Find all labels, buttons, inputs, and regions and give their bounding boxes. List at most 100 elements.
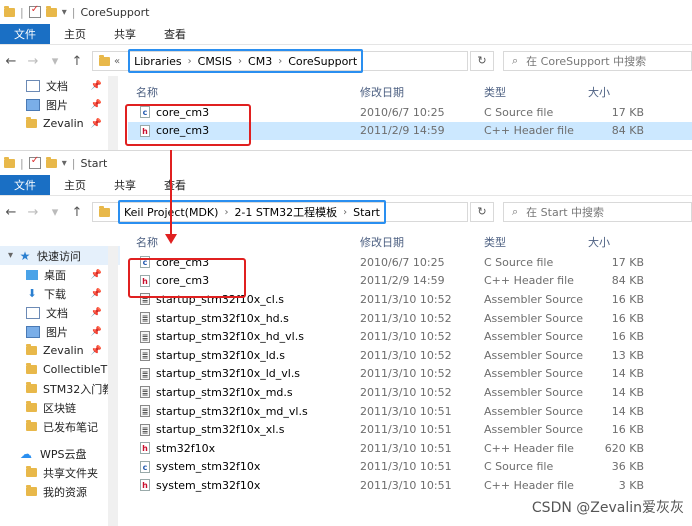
- cloud-icon: ☁: [20, 446, 32, 461]
- tab-view[interactable]: 查看: [150, 24, 200, 44]
- tab-file[interactable]: 文件: [0, 175, 50, 195]
- up-arrow-icon[interactable]: ↑: [66, 54, 88, 69]
- recent-dropdown-icon[interactable]: ▾: [44, 205, 66, 220]
- file-row[interactable]: ≣ startup_stm32f10x_hd_vl.s 2011/3/10 10:5…: [128, 327, 692, 346]
- quick-access-star-icon: ★: [19, 248, 31, 263]
- back-arrow-icon[interactable]: ←: [0, 54, 22, 69]
- nav-item-documents[interactable]: 文档 📌: [0, 303, 120, 322]
- quick-access-dropdown-icon[interactable]: ▾: [62, 158, 67, 169]
- nav-item-zevalin[interactable]: Zevalin 📌: [0, 341, 120, 360]
- breadcrumb-item[interactable]: 2-1 STM32工程模板: [234, 204, 337, 220]
- breadcrumb-item[interactable]: Start: [353, 206, 380, 219]
- file-row[interactable]: ≣ startup_stm32f10x_md.s 2011/3/10 10:52 As…: [128, 383, 692, 402]
- header-file-icon: h: [140, 442, 150, 455]
- pin-icon: 📌: [90, 80, 102, 91]
- properties-check-icon[interactable]: [28, 4, 41, 18]
- nav-item-desktop[interactable]: 桌面 📌: [0, 265, 120, 284]
- chevron-right-icon[interactable]: ›: [188, 56, 192, 67]
- tab-file[interactable]: 文件: [0, 24, 50, 44]
- annotation-box-source: [125, 104, 251, 146]
- nav-item-documents[interactable]: 文档 📌: [0, 76, 120, 95]
- window-title: CoreSupport: [80, 5, 150, 19]
- title-bar: | ▾ | Start: [0, 151, 692, 175]
- chevron-right-icon[interactable]: ›: [278, 56, 282, 67]
- pin-icon: 📌: [90, 307, 102, 318]
- chevron-right-icon[interactable]: ›: [224, 207, 228, 218]
- breadcrumb-item[interactable]: Libraries: [134, 55, 182, 68]
- column-date[interactable]: 修改日期: [360, 84, 404, 100]
- recent-dropdown-icon[interactable]: ▾: [44, 54, 66, 69]
- assembler-file-icon: ≣: [140, 405, 150, 418]
- file-row[interactable]: c system_stm32f10x 2011/3/10 10:51 C Source…: [128, 458, 692, 477]
- column-type[interactable]: 类型: [484, 234, 506, 250]
- column-date[interactable]: 修改日期: [360, 234, 404, 250]
- tab-share[interactable]: 共享: [100, 175, 150, 195]
- nav-item-blockchain[interactable]: 区块链: [0, 398, 120, 417]
- tab-view[interactable]: 查看: [150, 175, 200, 195]
- column-name[interactable]: 名称: [136, 234, 158, 250]
- file-row[interactable]: ≣ startup_stm32f10x_ld_vl.s 2011/3/10 10:5…: [128, 365, 692, 384]
- file-row[interactable]: ≣ startup_stm32f10x_md_vl.s 2011/3/10 10:5…: [128, 402, 692, 421]
- column-name[interactable]: 名称: [136, 84, 158, 100]
- breadcrumb-item[interactable]: CM3: [248, 55, 272, 68]
- chevron-right-icon[interactable]: ›: [238, 56, 242, 67]
- folder-icon: [4, 5, 15, 17]
- address-bar[interactable]: « Libraries › CMSIS › CM3 › CoreSupport: [92, 49, 468, 73]
- chevron-right-icon[interactable]: ›: [343, 207, 347, 218]
- nav-scrollbar[interactable]: [108, 76, 118, 150]
- tab-home[interactable]: 主页: [50, 24, 100, 44]
- document-icon: [26, 79, 40, 92]
- new-folder-icon[interactable]: [45, 156, 57, 168]
- annotation-arrow: [170, 150, 172, 236]
- quick-access-dropdown-icon[interactable]: ▾: [62, 7, 67, 18]
- search-input[interactable]: ⌕ 在 CoreSupport 中搜索: [503, 51, 692, 71]
- nav-item-wps-cloud[interactable]: ☁ WPS云盘: [0, 444, 120, 463]
- refresh-button[interactable]: ↻: [470, 202, 494, 222]
- assembler-file-icon: ≣: [140, 386, 150, 399]
- properties-check-icon[interactable]: [28, 155, 41, 169]
- column-type[interactable]: 类型: [484, 84, 506, 100]
- up-arrow-icon[interactable]: ↑: [66, 205, 88, 220]
- assembler-file-icon: ≣: [140, 423, 150, 436]
- overflow-crumb[interactable]: «: [114, 56, 120, 67]
- folder-icon: [26, 401, 37, 412]
- file-row[interactable]: ≣ startup_stm32f10x_hd.s 2011/3/10 10:52 As…: [128, 309, 692, 328]
- forward-arrow-icon[interactable]: →: [22, 205, 44, 220]
- tab-share[interactable]: 共享: [100, 24, 150, 44]
- file-row[interactable]: h stm32f10x 2011/3/10 10:51 C++ Header file…: [128, 439, 692, 458]
- chevron-down-icon[interactable]: ▾: [8, 250, 13, 261]
- search-placeholder: 在 Start 中搜索: [526, 206, 605, 219]
- refresh-button[interactable]: ↻: [470, 51, 494, 71]
- forward-arrow-icon[interactable]: →: [22, 54, 44, 69]
- nav-item-shared-folder[interactable]: 共享文件夹: [0, 463, 120, 482]
- tab-home[interactable]: 主页: [50, 175, 100, 195]
- folder-icon: [26, 466, 37, 477]
- nav-item-zevalin[interactable]: Zevalin 📌: [0, 114, 120, 133]
- file-row[interactable]: h system_stm32f10x 2011/3/10 10:51 C++ Head…: [128, 476, 692, 495]
- picture-icon: [26, 325, 40, 338]
- nav-item-collectible[interactable]: CollectibleT: [0, 360, 120, 379]
- nav-item-pictures[interactable]: 图片 📌: [0, 95, 120, 114]
- ribbon-tabs: 文件 主页 共享 查看: [0, 24, 692, 45]
- nav-scrollbar[interactable]: [108, 246, 118, 526]
- nav-item-quick-access[interactable]: ▾ ★ 快速访问: [0, 246, 120, 265]
- address-bar[interactable]: Keil Project(MDK) › 2-1 STM32工程模板 › Star…: [92, 200, 468, 224]
- folder-icon: [26, 117, 37, 128]
- file-row[interactable]: ≣ startup_stm32f10x_ld.s 2011/3/10 10:52 As…: [128, 346, 692, 365]
- breadcrumb-item[interactable]: CoreSupport: [288, 55, 357, 68]
- back-arrow-icon[interactable]: ←: [0, 205, 22, 220]
- new-folder-icon[interactable]: [45, 5, 57, 17]
- search-icon: ⌕: [512, 54, 519, 67]
- nav-item-published-notes[interactable]: 已发布笔记: [0, 417, 120, 436]
- column-size[interactable]: 大小: [588, 234, 610, 250]
- assembler-file-icon: ≣: [140, 312, 150, 325]
- nav-item-downloads[interactable]: ⬇ 下载 📌: [0, 284, 120, 303]
- breadcrumb-item[interactable]: CMSIS: [198, 55, 232, 68]
- nav-item-stm32[interactable]: STM32入门教: [0, 379, 120, 398]
- search-input[interactable]: ⌕ 在 Start 中搜索: [503, 202, 692, 222]
- file-row[interactable]: ≣ startup_stm32f10x_xl.s 2011/3/10 10:51 As…: [128, 420, 692, 439]
- column-size[interactable]: 大小: [588, 84, 610, 100]
- nav-item-my-resources[interactable]: 我的资源: [0, 482, 120, 501]
- download-icon: ⬇: [27, 287, 37, 300]
- nav-item-pictures[interactable]: 图片 📌: [0, 322, 120, 341]
